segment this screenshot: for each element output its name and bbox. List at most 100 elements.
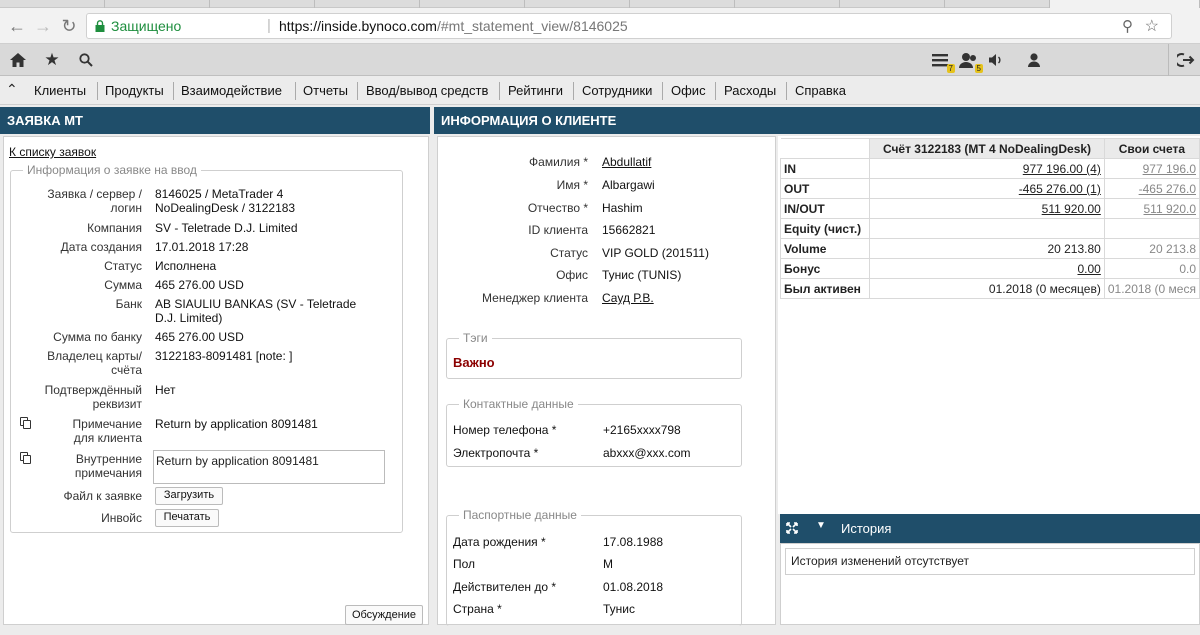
collapse-triangle-icon[interactable]: ▼ bbox=[816, 520, 826, 531]
browser-toolbar: ← → ↻ Защищено | https://inside.bynoco.c… bbox=[0, 8, 1200, 44]
client-id-label: ID клиента bbox=[528, 223, 588, 237]
browser-tab[interactable] bbox=[840, 0, 945, 8]
equity-own-value bbox=[1103, 218, 1200, 239]
browser-tab[interactable] bbox=[630, 0, 735, 8]
user-profile-icon[interactable] bbox=[1022, 49, 1046, 71]
back-to-requests-link[interactable]: К списку заявок bbox=[9, 145, 96, 159]
users-count-badge: 5 bbox=[974, 64, 983, 73]
tasks-list-icon[interactable]: 7 bbox=[928, 49, 955, 73]
surname-value[interactable]: Abdullatif bbox=[602, 155, 651, 169]
browser-tab-active[interactable] bbox=[1050, 0, 1200, 8]
menu-divider bbox=[295, 82, 296, 100]
created-date-value: 17.01.2018 17:28 bbox=[155, 240, 249, 254]
in-own-value[interactable]: 977 196.0 bbox=[1103, 158, 1200, 179]
upload-button[interactable]: Загрузить bbox=[155, 487, 223, 505]
contacts-legend: Контактные данные bbox=[463, 397, 574, 411]
name-value: Albargawi bbox=[602, 178, 655, 192]
card-owner-value: 3122183-8091481 [note: ] bbox=[155, 349, 293, 363]
back-arrow-icon[interactable]: ← bbox=[6, 15, 28, 37]
forward-arrow-icon[interactable]: → bbox=[32, 15, 54, 37]
menu-divider bbox=[786, 82, 787, 100]
in-account-value[interactable]: 977 196.00 (4) bbox=[869, 158, 1105, 179]
confirmed-requisite-label: Подтверждённый реквизит bbox=[14, 383, 142, 411]
status-label: Статус bbox=[104, 259, 142, 273]
own-accounts-column-header: Свои счета bbox=[1103, 138, 1200, 159]
company-value: SV - Teletrade D.J. Limited bbox=[155, 221, 298, 235]
table-row: OUT -465 276.00 (1) -465 276.0 bbox=[779, 178, 1200, 199]
client-status-label: Статус bbox=[550, 246, 588, 260]
menu-item-interaction[interactable]: Взаимодействие bbox=[181, 83, 282, 98]
menu-item-ratings[interactable]: Рейтинги bbox=[508, 83, 563, 98]
request-panel-header: ЗАЯВКА МТ bbox=[0, 107, 430, 134]
confirmed-label-line: реквизит bbox=[92, 397, 142, 411]
passport-legend: Паспортные данные bbox=[463, 508, 577, 522]
client-note-label: Примечание для клиента bbox=[14, 417, 142, 445]
browser-tab[interactable] bbox=[735, 0, 840, 8]
bookmark-star-icon[interactable]: ☆ bbox=[1145, 16, 1159, 36]
bonus-account-value[interactable]: 0.00 bbox=[869, 258, 1105, 279]
users-online-icon[interactable]: 5 bbox=[956, 49, 983, 73]
bank-sum-label: Сумма по банку bbox=[53, 330, 142, 344]
last-active-own-value: 01.2018 (0 меся bbox=[1103, 278, 1200, 299]
browser-tab[interactable] bbox=[210, 0, 315, 8]
address-bar[interactable]: Защищено | https://inside.bynoco.com/#mt… bbox=[86, 13, 1172, 39]
internal-note-field[interactable]: Return by application 8091481 bbox=[153, 450, 385, 484]
menu-item-clients[interactable]: Клиенты bbox=[34, 83, 86, 98]
volume-own-value: 20 213.8 bbox=[1103, 238, 1200, 259]
valid-until-label: Действителен до * bbox=[453, 580, 557, 594]
menu-item-deposits-withdrawals[interactable]: Ввод/вывод средств bbox=[366, 83, 488, 98]
equity-account-value bbox=[869, 218, 1105, 239]
reload-icon[interactable]: ↻ bbox=[58, 15, 80, 37]
browser-tab[interactable] bbox=[315, 0, 420, 8]
in-account-amount[interactable]: 977 196.00 (4) bbox=[1023, 162, 1101, 176]
manager-value[interactable]: Сауд Р.В. bbox=[602, 291, 654, 305]
menu-item-employees[interactable]: Сотрудники bbox=[582, 83, 652, 98]
client-id-value: 15662821 bbox=[602, 223, 656, 237]
in-out-account-value[interactable]: 511 920.00 bbox=[869, 198, 1105, 219]
row-label-last-active: Был активен bbox=[779, 278, 871, 299]
gender-label: Пол bbox=[453, 557, 476, 571]
card-owner-label: Владелец карты/счёта bbox=[14, 349, 142, 377]
card-owner-label-line: счёта bbox=[111, 363, 142, 377]
logout-icon[interactable] bbox=[1174, 49, 1198, 71]
out-own-value[interactable]: -465 276.0 bbox=[1103, 178, 1200, 199]
discussion-button[interactable]: Обсуждение bbox=[345, 605, 423, 625]
tag-important: Важно bbox=[453, 355, 495, 370]
patronymic-value: Hashim bbox=[602, 201, 643, 215]
lock-icon bbox=[95, 20, 105, 32]
card-owner-label-line: Владелец карты/ bbox=[47, 349, 142, 363]
main-menu: ⌃ Клиенты Продукты Взаимодействие Отчеты… bbox=[0, 77, 1200, 105]
account-column-header: Счёт 3122183 (MT 4 NoDealingDesk) bbox=[869, 138, 1105, 159]
birth-date-value: 17.08.1988 bbox=[603, 535, 664, 549]
history-title: История bbox=[841, 521, 892, 536]
in-out-own-value[interactable]: 511 920.0 bbox=[1103, 198, 1200, 219]
out-account-amount[interactable]: -465 276.00 (1) bbox=[1019, 182, 1101, 196]
zoom-icon[interactable]: ⚲ bbox=[1122, 17, 1133, 35]
expand-icon[interactable] bbox=[786, 522, 798, 534]
url-text: https://inside.bynoco.com/#mt_statement_… bbox=[279, 18, 628, 34]
out-account-value[interactable]: -465 276.00 (1) bbox=[869, 178, 1105, 199]
print-button[interactable]: Печатать bbox=[155, 509, 219, 527]
browser-tab[interactable] bbox=[0, 0, 105, 8]
menu-item-reports[interactable]: Отчеты bbox=[303, 83, 348, 98]
row-label-out: OUT bbox=[779, 178, 871, 199]
home-icon[interactable] bbox=[6, 49, 30, 71]
history-empty-message: История изменений отсутствует bbox=[785, 548, 1195, 575]
browser-tab[interactable] bbox=[105, 0, 210, 8]
menu-item-help[interactable]: Справка bbox=[795, 83, 846, 98]
menu-item-expenses[interactable]: Расходы bbox=[724, 83, 776, 98]
favorites-star-icon[interactable]: ★ bbox=[40, 49, 64, 71]
account-table: Счёт 3122183 (MT 4 NoDealingDesk) Свои с… bbox=[779, 138, 1200, 299]
sound-icon[interactable] bbox=[984, 49, 1008, 71]
request-label: Заявка / сервер / логин bbox=[14, 187, 142, 215]
created-date-label: Дата создания bbox=[60, 240, 142, 254]
search-icon[interactable] bbox=[74, 49, 98, 71]
menu-item-office[interactable]: Офис bbox=[671, 83, 706, 98]
browser-tab[interactable] bbox=[420, 0, 525, 8]
browser-tab[interactable] bbox=[525, 0, 630, 8]
row-label-volume: Volume bbox=[779, 238, 871, 259]
browser-tab[interactable] bbox=[945, 0, 1050, 8]
chevron-up-icon[interactable]: ⌃ bbox=[6, 81, 18, 98]
client-note-label-line: для клиента bbox=[73, 431, 142, 445]
menu-item-products[interactable]: Продукты bbox=[105, 83, 164, 98]
